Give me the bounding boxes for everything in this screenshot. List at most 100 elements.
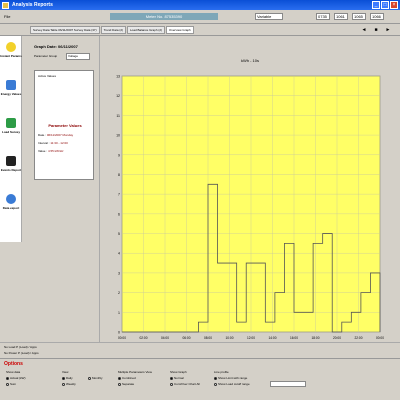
- field-4[interactable]: 1065: [352, 13, 366, 20]
- nav-data-export[interactable]: Data export: [0, 194, 22, 210]
- opt-label: Cum/Over Chart All: [174, 382, 200, 386]
- report-icon: [6, 156, 16, 166]
- nav-load-survey[interactable]: Load Survey: [0, 118, 22, 134]
- y-tick-label: 2: [118, 291, 120, 295]
- pv-key: Value: [38, 149, 46, 153]
- bulb-icon: [6, 42, 16, 52]
- x-tick-label: 02:00: [140, 336, 148, 340]
- x-tick-label: 08:00: [204, 336, 212, 340]
- window-title: Analysis Reports: [12, 2, 53, 8]
- y-tick-label: 5: [118, 232, 120, 236]
- checkbox-icon: [214, 376, 217, 380]
- opt-label: Combined: [122, 376, 136, 380]
- opt-label: Show Graph: [170, 370, 187, 374]
- bottom-info: No Load P (Load) / Apps No Power P (Load…: [0, 342, 400, 358]
- opt-sum[interactable]: Sum: [6, 382, 16, 386]
- opt-label: View: [62, 370, 69, 374]
- x-tick-label: 14:00: [269, 336, 277, 340]
- y-tick-label: 10: [116, 134, 120, 138]
- stop-icon[interactable]: ■: [372, 26, 380, 34]
- opt-label: Show data: [6, 370, 21, 374]
- field-3[interactable]: 1061: [334, 13, 348, 20]
- survey-icon: [6, 118, 16, 128]
- pv-value: 11:30 - 12:00: [50, 141, 68, 145]
- parameter-select[interactable]: Voltage: [66, 53, 90, 60]
- opt-monthly[interactable]: Monthly: [88, 376, 103, 380]
- energy-icon: [6, 80, 16, 90]
- checkbox-icon: [214, 382, 217, 386]
- radio-icon: [170, 376, 173, 380]
- opt-label: Show Load cutoff range: [218, 382, 250, 386]
- opt-multiple: Multiple Parameters View: [118, 370, 152, 374]
- radio-icon: [62, 382, 65, 386]
- tab-overview-graph[interactable]: Overview Graph: [166, 25, 194, 34]
- chart-title: kWh - 10s: [241, 58, 259, 63]
- options-panel: Options Show data Actual (kW) Sum View D…: [0, 358, 400, 400]
- tab-load-balance[interactable]: Load Balance Graph (2): [127, 25, 166, 34]
- nav-events-report[interactable]: Events Report: [0, 156, 22, 172]
- opt-label: Show Limit with range: [218, 376, 248, 380]
- x-tick-label: 10:00: [226, 336, 234, 340]
- opt-label: Weekly: [66, 382, 76, 386]
- radio-icon: [62, 376, 65, 380]
- options-title: Options: [4, 361, 23, 367]
- opt-label: Sum: [10, 382, 17, 386]
- opt-line-profile: Line profile: [214, 370, 229, 374]
- field-5[interactable]: 1066: [370, 13, 384, 20]
- opt-label: Monthly: [92, 376, 103, 380]
- limit-input[interactable]: [270, 381, 306, 387]
- opt-show-limit[interactable]: Show Limit with range: [214, 376, 247, 380]
- opt-weekly[interactable]: Weekly: [62, 382, 76, 386]
- y-tick-label: 7: [118, 193, 120, 197]
- opt-normal[interactable]: Normal: [170, 376, 184, 380]
- nav-label: Energy Values: [0, 92, 22, 96]
- menu-file[interactable]: File: [4, 14, 10, 19]
- x-tick-label: 04:00: [161, 336, 169, 340]
- tab-strip: Survey Data Table 06/11/2007 Survey Data…: [0, 24, 400, 36]
- close-icon[interactable]: ×: [390, 1, 398, 9]
- opt-daily[interactable]: Daily: [62, 376, 73, 380]
- bottom-line-1: No Load P (Load) / Apps: [4, 345, 37, 349]
- tab-trend-data[interactable]: Trend Data (2): [100, 25, 126, 34]
- variable-field[interactable]: Variable: [255, 13, 283, 20]
- pv-key: Interval: [38, 141, 48, 145]
- opt-show-data: Show data: [6, 370, 20, 374]
- top-toolbar: File Meter No. 87535390 Variable 0735 10…: [0, 10, 400, 24]
- y-tick-label: 6: [118, 212, 120, 216]
- load-chart[interactable]: kWh - 10s01234567891011121300:00 02:00 04:…: [100, 36, 400, 342]
- opt-label: Line profile: [214, 370, 229, 374]
- window-controls: _ □ ×: [372, 1, 398, 9]
- next-icon[interactable]: ►: [384, 26, 392, 34]
- export-icon: [6, 194, 16, 204]
- y-tick-label: 11: [116, 114, 120, 118]
- x-tick-label: 00:00: [376, 336, 384, 340]
- app-icon: [2, 1, 9, 9]
- opt-show-limit-2[interactable]: Show Load cutoff range: [214, 382, 250, 386]
- x-tick-label: 22:00: [355, 336, 363, 340]
- nav-energy-values[interactable]: Energy Values: [0, 80, 22, 96]
- pv-key: Date: [38, 133, 45, 137]
- opt-label: Daily: [66, 376, 73, 380]
- tab-survey-data[interactable]: Survey Data Table 06/11/2007 Survey Data…: [30, 25, 100, 34]
- nav-instant-params[interactable]: Instant Params: [0, 42, 22, 58]
- x-tick-label: 00:00: [118, 336, 126, 340]
- opt-combined[interactable]: Combined: [118, 376, 136, 380]
- maximize-icon[interactable]: □: [381, 1, 389, 9]
- left-nav: Instant Params Energy Values Load Survey…: [0, 36, 22, 242]
- y-tick-label: 4: [118, 252, 120, 256]
- nav-label: Events Report: [0, 168, 22, 172]
- parameter-values-box: Active Values Parameter Values Date : 06…: [34, 70, 94, 180]
- x-tick-label: 18:00: [312, 336, 320, 340]
- parameter-group-label: Parameter Group: [34, 54, 58, 58]
- opt-actual[interactable]: Actual (kW): [6, 376, 26, 380]
- x-tick-label: 16:00: [290, 336, 298, 340]
- opt-separate[interactable]: Separate: [118, 382, 134, 386]
- field-2[interactable]: 0735: [316, 13, 330, 20]
- prev-icon[interactable]: ◄: [360, 26, 368, 34]
- nav-label: Load Survey: [1, 130, 20, 134]
- opt-label: Separate: [122, 382, 135, 386]
- minimize-icon[interactable]: _: [372, 1, 380, 9]
- bottom-line-2: No Power P (Load) / Apps: [4, 351, 39, 355]
- opt-cumulative[interactable]: Cum/Over Chart All: [170, 382, 200, 386]
- chart-panel: kWh - 10s 0 1 2 3 4 5 6 7 8 9 10 11 12 13 00:00 02:00 04:…: [100, 36, 400, 342]
